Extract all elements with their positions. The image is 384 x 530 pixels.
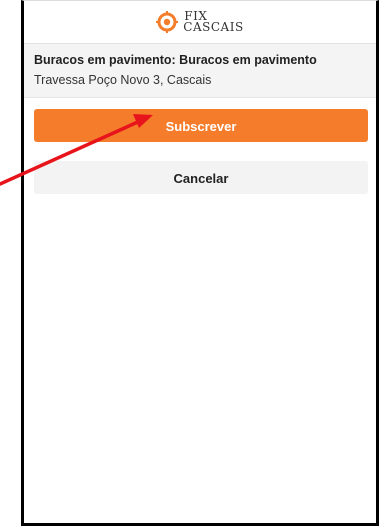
app-header: FIX CASCAIS bbox=[24, 1, 376, 44]
report-summary: Buracos em pavimento: Buracos em pavimen… bbox=[24, 44, 376, 98]
cancel-button[interactable]: Cancelar bbox=[34, 161, 368, 194]
logo-line-2: CASCAIS bbox=[183, 20, 244, 34]
report-title: Buracos em pavimento: Buracos em pavimen… bbox=[34, 53, 317, 67]
subscribe-button[interactable]: Subscrever bbox=[34, 109, 368, 142]
logo: FIX CASCAIS bbox=[156, 10, 244, 34]
app-window: FIX CASCAIS Buracos em pavimento: Buraco… bbox=[21, 0, 379, 526]
target-crosshair-icon bbox=[156, 11, 179, 33]
report-address: Travessa Poço Novo 3, Cascais bbox=[34, 73, 212, 87]
logo-text: FIX CASCAIS bbox=[183, 10, 244, 34]
